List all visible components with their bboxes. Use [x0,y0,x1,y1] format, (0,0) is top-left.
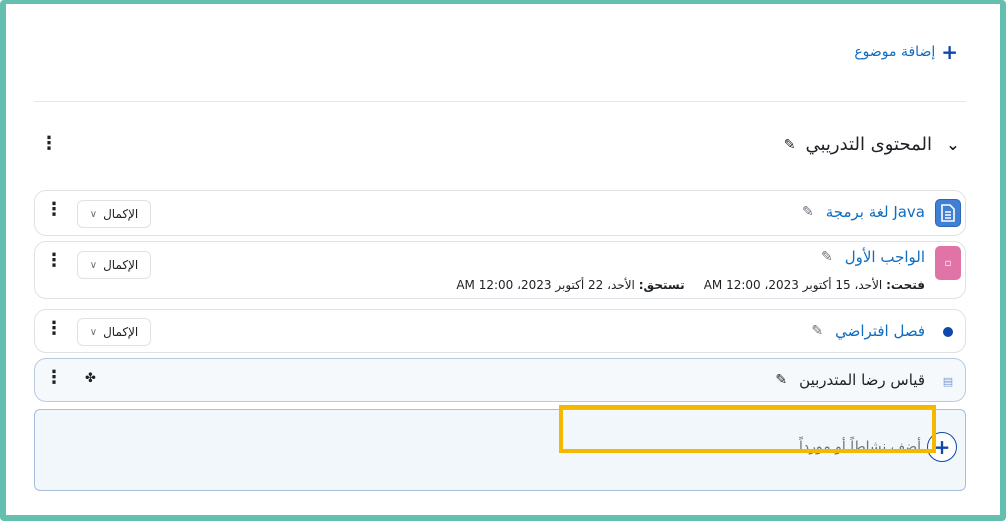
activity-link[interactable]: الواجب الأول [845,248,925,266]
edit-pencil-icon[interactable]: ✎ [802,204,814,220]
activity-row-assignment: ⋮ الإكمال ∨ ▫ الواجب الأول ✎ فتحت: الأحد… [34,241,966,299]
add-topic-button[interactable]: + إضافة موضوع [854,42,958,62]
group-mode-icon[interactable]: ✤ [85,371,96,386]
completion-label: الإكمال [103,325,139,339]
section-header: ⌄ المحتوى التدريبي ✎ [784,134,964,155]
section-menu-icon[interactable]: ⋮ [40,135,58,153]
due-value: الأحد، 22 أكتوبر 2023، 12:00 AM [456,278,635,292]
edit-pencil-icon[interactable]: ✎ [811,323,823,339]
activity-row-java: ⋮ الإكمال ∨ لغة برمجة Java ✎ [34,190,966,236]
caret-down-icon: ∨ [89,326,98,338]
file-icon [935,199,961,227]
edit-pencil-icon[interactable]: ✎ [821,249,833,265]
opened-label: فتحت: [886,278,925,292]
window-frame: + إضافة موضوع ⌄ المحتوى التدريبي ✎ ⋮ ⋮ ا… [0,0,1006,521]
activity-menu-icon[interactable]: ⋮ [45,320,63,338]
divider [34,101,966,102]
activity-row-virtual-class: ⋮ الإكمال ∨ فصل افتراضي ✎ [34,309,966,353]
caret-down-icon: ∨ [89,208,98,220]
activity-row-feedback: ⋮ ✤ ▤ قياس رضا المتدربين ✎ [34,358,966,402]
completion-label: الإكمال [103,258,139,272]
assignment-icon: ▫ [935,246,961,280]
activity-link[interactable]: فصل افتراضي [835,322,925,340]
feedback-icon: ▤ [942,374,954,388]
activity-dates: فتحت: الأحد، 15 أكتوبر 2023، 12:00 AM تس… [456,278,925,292]
chevron-down-icon[interactable]: ⌄ [942,135,964,154]
add-activity-area: + أضف نشاطاً أو مورداً [34,409,966,491]
edit-pencil-icon[interactable]: ✎ [775,372,787,388]
add-activity-button[interactable]: + أضف نشاطاً أو مورداً [799,432,957,462]
activity-menu-icon[interactable]: ⋮ [45,201,63,219]
virtual-class-icon [935,318,961,346]
activity-link[interactable]: لغة برمجة Java [826,203,925,221]
activity-menu-icon[interactable]: ⋮ [45,369,63,387]
activity-menu-icon[interactable]: ⋮ [45,252,63,270]
caret-down-icon: ∨ [89,259,98,271]
completion-label: الإكمال [103,207,139,221]
plus-circle-icon: + [927,432,957,462]
opened-value: الأحد، 15 أكتوبر 2023، 12:00 AM [703,278,883,292]
section-title: المحتوى التدريبي [805,134,932,155]
completion-dropdown[interactable]: الإكمال ∨ [77,200,151,228]
due-label: تستحق: [638,278,685,292]
add-activity-label: أضف نشاطاً أو مورداً [799,439,921,455]
completion-dropdown[interactable]: الإكمال ∨ [77,318,151,346]
edit-pencil-icon[interactable]: ✎ [784,137,796,153]
add-topic-label: إضافة موضوع [854,44,936,60]
plus-icon: + [941,40,958,64]
activity-link[interactable]: قياس رضا المتدربين [799,371,925,389]
completion-dropdown[interactable]: الإكمال ∨ [77,251,151,279]
